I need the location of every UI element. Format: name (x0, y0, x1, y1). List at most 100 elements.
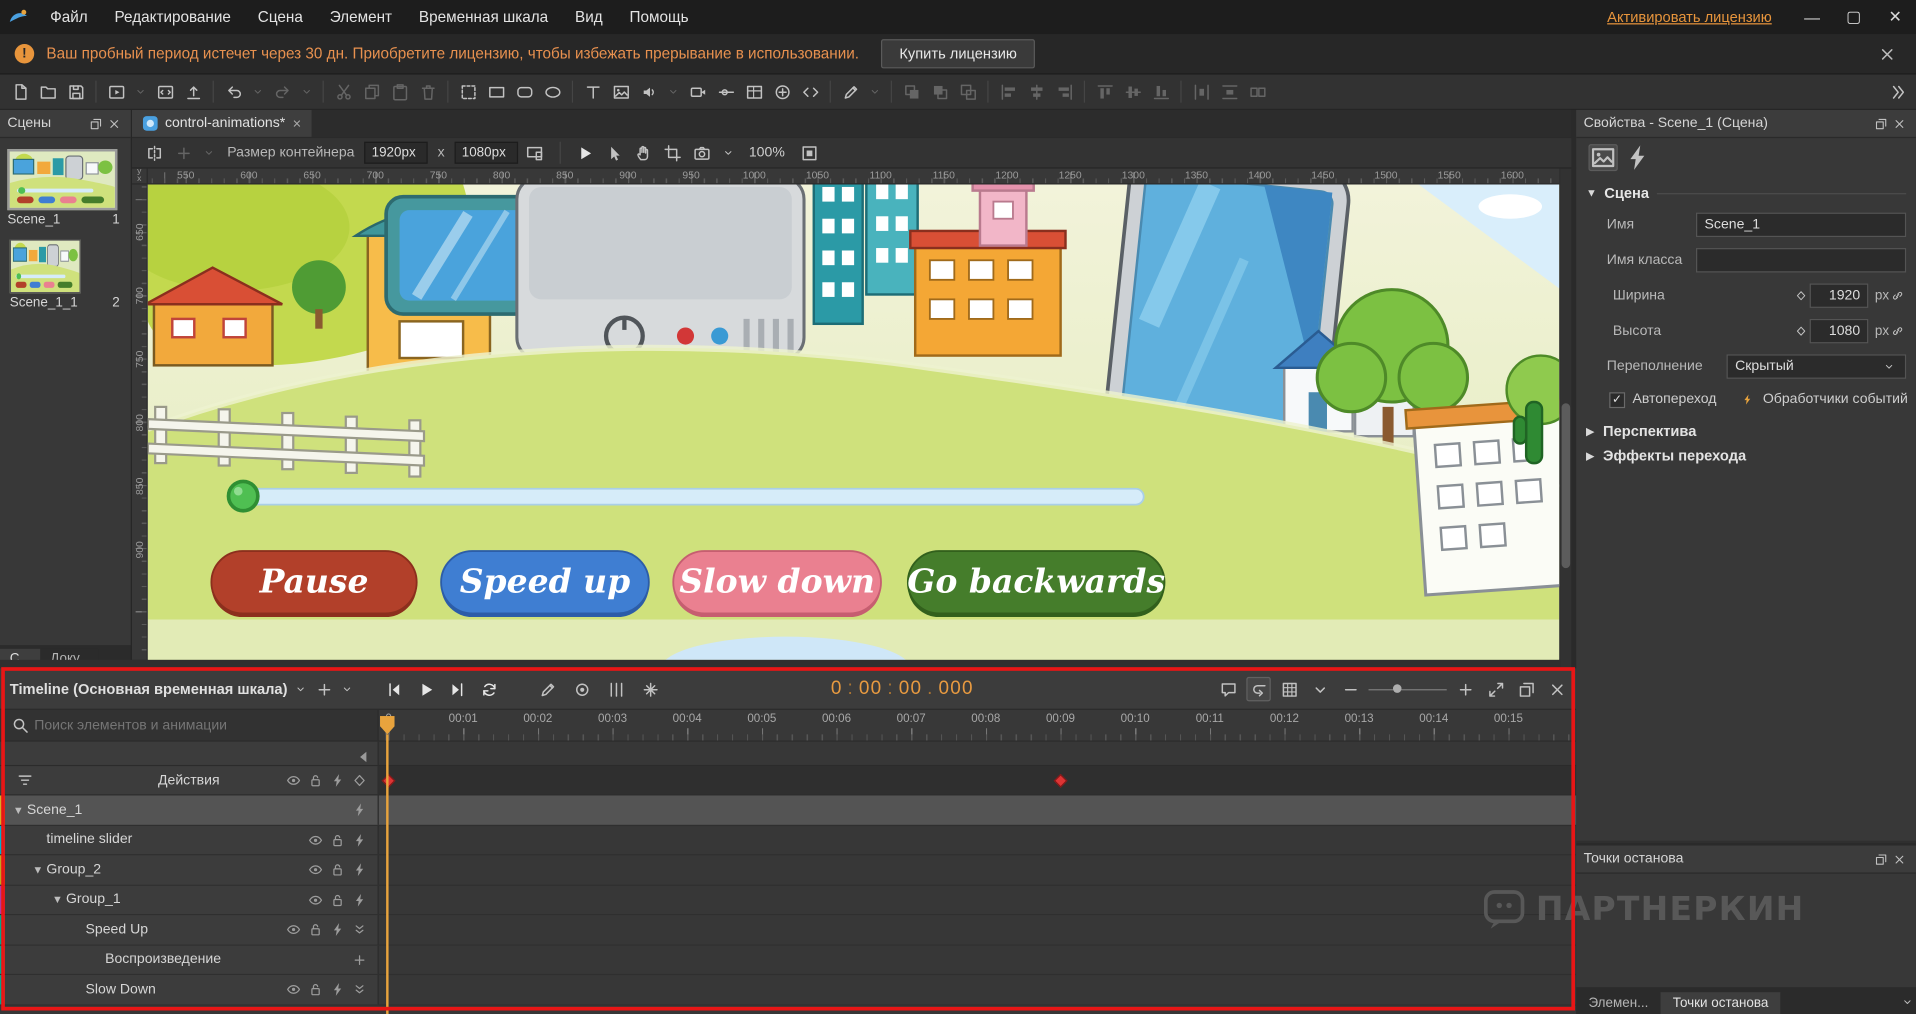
timeline-track-row[interactable]: ▼Group_1 (0, 885, 1576, 915)
skip-start-icon[interactable] (381, 677, 405, 701)
play-icon[interactable] (413, 677, 437, 701)
float-panel-icon[interactable] (87, 114, 105, 132)
chevrons-icon[interactable] (349, 979, 370, 1000)
minus-icon[interactable] (1338, 677, 1362, 701)
document-tab[interactable]: control-animations* × (132, 110, 312, 137)
align-left-icon[interactable] (996, 79, 1020, 103)
draw-pen-icon[interactable] (838, 79, 862, 103)
plus-icon[interactable] (349, 949, 370, 970)
redo-icon[interactable] (270, 79, 294, 103)
link-dimensions-icon[interactable] (1889, 318, 1906, 342)
transition-effects-section-header[interactable]: ▶Эффекты перехода (1576, 447, 1916, 471)
plus-icon[interactable] (1453, 677, 1477, 701)
loop-icon[interactable] (477, 677, 501, 701)
caret-icon[interactable] (665, 79, 682, 103)
lock-icon[interactable] (305, 770, 326, 791)
keyframe-diamond-icon[interactable] (1793, 318, 1810, 342)
menu-item[interactable]: Редактирование (101, 0, 244, 34)
select-tool-icon[interactable] (602, 141, 626, 165)
track-lane[interactable] (379, 795, 1576, 824)
cut-icon[interactable] (331, 79, 355, 103)
group-elements-icon[interactable] (956, 79, 980, 103)
chevrons-icon[interactable] (349, 919, 370, 940)
bolt-icon[interactable] (349, 889, 370, 910)
insert-rectangle-icon[interactable] (484, 79, 508, 103)
perspective-section-header[interactable]: ▶Перспектива (1576, 415, 1916, 447)
overflow-select[interactable]: Скрытый (1727, 354, 1907, 378)
caret-icon[interactable] (1899, 990, 1916, 1014)
caret-icon[interactable] (132, 79, 149, 103)
timeline-menu-caret-icon[interactable] (339, 677, 356, 701)
add-breakpoint-icon[interactable] (171, 141, 195, 165)
expand-icon[interactable] (1483, 677, 1507, 701)
menu-item[interactable]: Вид (562, 0, 617, 34)
menu-item[interactable]: Помощь (616, 0, 702, 34)
breakpoint-caret-icon[interactable] (200, 141, 217, 165)
maximize-button[interactable]: ▢ (1833, 0, 1875, 34)
align-middle-icon[interactable] (1120, 79, 1144, 103)
insert-div-icon[interactable] (456, 79, 480, 103)
canvas-button-slow-down[interactable]: Slow down (673, 551, 881, 617)
scene-thumbnail[interactable] (10, 239, 81, 293)
close-tab-icon[interactable]: × (293, 115, 302, 132)
bolt-icon[interactable] (349, 829, 370, 850)
bolt-icon[interactable] (327, 919, 348, 940)
snapshot-caret-icon[interactable] (720, 141, 737, 165)
panel-tab[interactable]: Элемен... (1576, 992, 1660, 1014)
track-lane[interactable] (379, 915, 1576, 944)
track-lane[interactable] (379, 885, 1576, 914)
container-height-input[interactable] (454, 142, 518, 164)
class-name-input[interactable] (1696, 247, 1906, 271)
crop-tool-icon[interactable] (661, 141, 685, 165)
slider-thumb[interactable] (228, 481, 257, 510)
align-right-icon[interactable] (1052, 79, 1076, 103)
event-handlers-page-icon[interactable] (1623, 144, 1652, 171)
lock-icon[interactable] (327, 829, 348, 850)
autoplay-checkbox[interactable]: ✓ (1609, 392, 1625, 408)
sparkle-icon[interactable] (638, 677, 662, 701)
caret-icon[interactable] (1307, 677, 1331, 701)
timeline-track-row[interactable]: Воспроизведение (0, 945, 1576, 975)
insert-table-icon[interactable] (742, 79, 766, 103)
columns-icon[interactable] (604, 677, 628, 701)
canvas-stage[interactable]: PauseSpeed upSlow downGo backwards (148, 185, 1559, 660)
align-top-icon[interactable] (1092, 79, 1116, 103)
scene-section-header[interactable]: ▼Сцена (1576, 177, 1916, 206)
bolt-icon[interactable] (349, 859, 370, 880)
lock-icon[interactable] (305, 919, 326, 940)
draw-pen-icon[interactable] (535, 677, 559, 701)
menu-item[interactable]: Элемент (316, 0, 405, 34)
undo-icon[interactable] (221, 79, 245, 103)
new-document-icon[interactable] (7, 79, 31, 103)
flip-orientation-icon[interactable] (142, 141, 166, 165)
actions-lane[interactable] (379, 766, 1576, 794)
align-bottom-icon[interactable] (1149, 79, 1173, 103)
scene-name-input[interactable] (1696, 212, 1906, 236)
float-panel-icon[interactable] (1872, 850, 1890, 868)
caret-icon[interactable] (298, 79, 315, 103)
lock-icon[interactable] (327, 859, 348, 880)
overflow-more-icon[interactable] (1884, 79, 1908, 103)
eye-icon[interactable] (305, 829, 326, 850)
event-handlers-label[interactable]: Обработчики событий (1763, 392, 1908, 407)
make-same-size-icon[interactable] (1245, 79, 1269, 103)
track-lane[interactable] (379, 945, 1576, 974)
canvas-button-go-backwards[interactable]: Go backwards (907, 551, 1165, 617)
copy-icon[interactable] (359, 79, 383, 103)
menu-item[interactable]: Файл (37, 0, 101, 34)
paste-icon[interactable] (387, 79, 411, 103)
track-lane[interactable] (379, 825, 1576, 854)
properties-page-icon[interactable] (1588, 144, 1617, 171)
grid-icon[interactable] (1277, 677, 1301, 701)
canvas-button-speed-up[interactable]: Speed up (441, 551, 649, 617)
close-panel-icon[interactable] (1890, 114, 1908, 132)
save-project-icon[interactable] (64, 79, 88, 103)
snap-icon[interactable] (1246, 677, 1270, 701)
bolt-active-icon[interactable] (349, 799, 370, 820)
diamond-icon[interactable] (349, 770, 370, 791)
keyframe-diamond-icon[interactable] (1793, 283, 1810, 307)
pan-tool-icon[interactable] (632, 141, 656, 165)
add-timeline-icon[interactable] (312, 677, 336, 701)
insert-text-icon[interactable] (580, 79, 604, 103)
caret-icon[interactable] (249, 79, 266, 103)
